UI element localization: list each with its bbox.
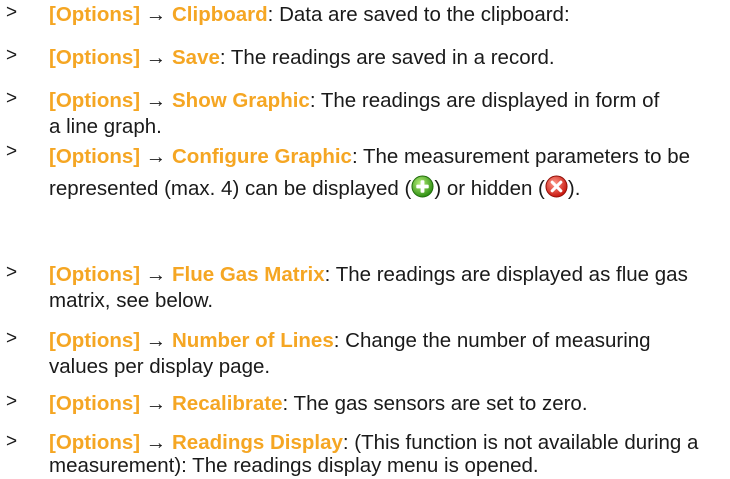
bullet-icon: > <box>6 391 18 412</box>
bullet-icon: > <box>6 328 18 349</box>
bullet-icon: > <box>6 45 18 66</box>
arrow-icon: → <box>145 46 167 69</box>
item-description: : The gas sensors are set to zero. <box>282 392 588 415</box>
bullet-icon: > <box>6 262 18 283</box>
bullet-icon: > <box>6 88 18 109</box>
options-label: [Options] <box>49 329 141 352</box>
arrow-icon: → <box>145 392 167 415</box>
item-description: : The readings are displayed in form of … <box>49 89 660 138</box>
options-label: [Options] <box>49 46 141 69</box>
item-description: : Change the number of measuring values … <box>49 329 651 378</box>
function-name-recalibrate: Recalibrate <box>172 392 283 415</box>
function-name-configure-graphic: Configure Graphic <box>172 145 352 168</box>
item-description: ). <box>567 177 581 200</box>
options-label: [Options] <box>49 89 141 112</box>
bullet-icon: > <box>6 2 18 23</box>
arrow-icon: → <box>145 89 167 112</box>
arrow-icon: → <box>145 263 167 286</box>
bullet-icon: > <box>6 141 18 162</box>
function-name-number-of-lines: Number of Lines <box>172 329 334 352</box>
item-description: : The readings are saved in a record. <box>219 46 555 69</box>
bullet-icon: > <box>6 431 18 452</box>
arrow-icon: → <box>145 431 167 454</box>
document-page: > [Options] → Clipboard: Data are saved … <box>0 0 730 479</box>
options-label: [Options] <box>49 263 141 286</box>
function-name-save: Save <box>172 46 220 69</box>
function-name-readings-display: Readings Display <box>172 431 343 454</box>
item-description: ) or hidden ( <box>434 177 545 200</box>
arrow-icon: → <box>145 329 167 352</box>
function-name-show-graphic: Show Graphic <box>172 89 310 112</box>
plus-circle-green-icon <box>411 175 434 198</box>
options-label: [Options] <box>49 3 141 26</box>
arrow-icon: → <box>145 145 167 168</box>
options-label: [Options] <box>49 392 141 415</box>
function-name-clipboard: Clipboard <box>172 3 268 26</box>
arrow-icon: → <box>145 3 167 26</box>
options-label: [Options] <box>49 431 141 454</box>
x-circle-red-icon <box>545 175 568 198</box>
options-label: [Options] <box>49 145 141 168</box>
function-name-flue-gas-matrix: Flue Gas Matrix <box>172 263 325 286</box>
item-description: : Data are saved to the clipboard: <box>267 3 570 26</box>
